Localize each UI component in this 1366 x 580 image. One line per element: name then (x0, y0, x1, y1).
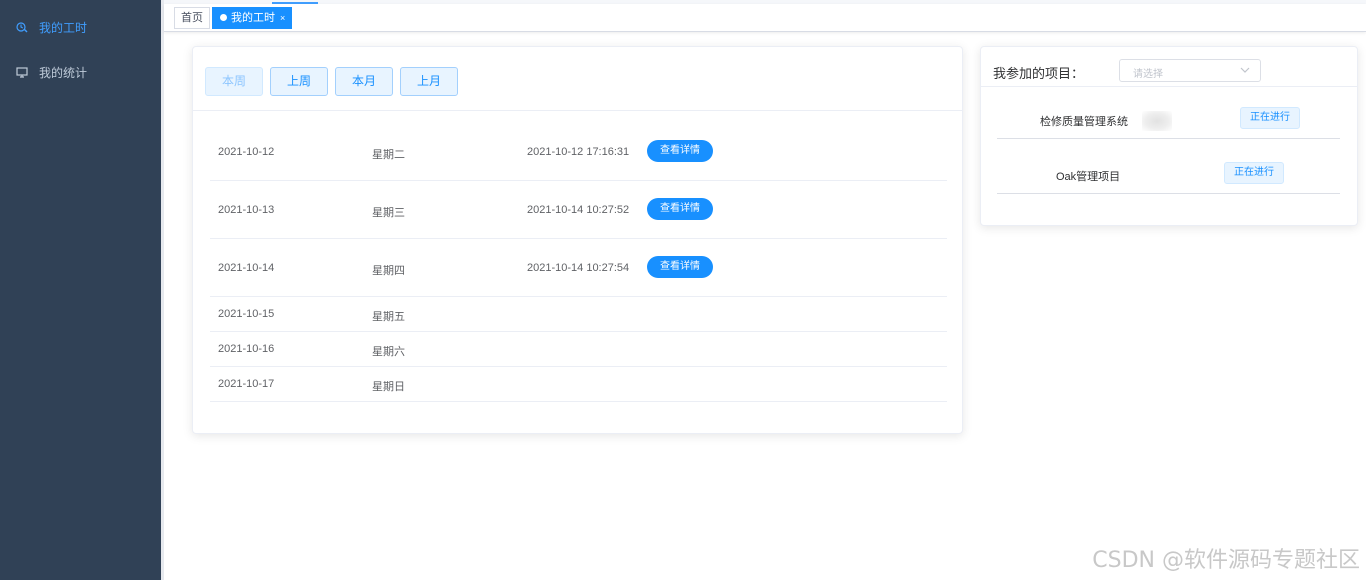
select-placeholder: 请选择 (1133, 69, 1163, 80)
monitor-icon (16, 66, 28, 78)
table-row: 2021-10-12 星期二 2021-10-12 17:16:31 查看详情 (210, 123, 947, 181)
row-submitted-time: 2021-10-14 10:27:52 (527, 204, 630, 216)
tags-view: 首页 我的工时 × (164, 4, 1366, 32)
watermark: CSDN @软件源码专题社区 (1092, 548, 1360, 573)
tag-home[interactable]: 首页 (174, 7, 210, 29)
table-row: 2021-10-13 星期三 2021-10-14 10:27:52 查看详情 (210, 181, 947, 239)
project-row: 检修质量管理系统 正在进行 (997, 99, 1340, 139)
row-date: 2021-10-13 (218, 204, 275, 216)
row-weekday: 星期三 (372, 207, 405, 219)
sidebar: 我的工时 我的统计 (0, 0, 161, 580)
row-submitted-time: 2021-10-14 10:27:54 (527, 262, 630, 274)
divider (193, 110, 962, 111)
table-row: 2021-10-16 星期六 (210, 332, 947, 367)
row-date: 2021-10-17 (218, 378, 275, 390)
active-dot-icon (220, 14, 227, 21)
sidebar-divider (161, 0, 164, 580)
table-row: 2021-10-17 星期日 (210, 367, 947, 402)
row-weekday: 星期二 (372, 149, 405, 161)
close-icon[interactable]: × (280, 8, 285, 28)
clock-tools-icon (16, 21, 28, 33)
sidebar-item-my-hours[interactable]: 我的工时 (0, 8, 161, 48)
sidebar-item-label: 我的统计 (39, 66, 88, 80)
tag-my-hours[interactable]: 我的工时 × (212, 7, 293, 29)
row-date: 2021-10-16 (218, 343, 275, 355)
view-details-button[interactable]: 查看详情 (647, 140, 713, 162)
row-date: 2021-10-12 (218, 146, 275, 158)
sidebar-item-my-stats[interactable]: 我的统计 (0, 53, 161, 93)
redacted-blur (1142, 111, 1172, 131)
timesheet-card: 本周 上周 本月 上月 2021-10-12 星期二 2021-10-12 17… (192, 46, 963, 434)
project-select[interactable]: 请选择 (1119, 59, 1261, 82)
row-submitted-time: 2021-10-12 17:16:31 (527, 146, 630, 158)
project-row: Oak管理项目 正在进行 (997, 155, 1340, 194)
projects-header: 我参加的项目： 请选择 (981, 47, 1357, 87)
last-week-button[interactable]: 上周 (270, 67, 328, 96)
row-date: 2021-10-15 (218, 308, 275, 320)
sidebar-item-label: 我的工时 (39, 21, 88, 35)
chevron-down-icon (1239, 64, 1251, 76)
project-name: 检修质量管理系统 (1040, 116, 1128, 128)
table-row: 2021-10-15 星期五 (210, 297, 947, 332)
row-date: 2021-10-14 (218, 262, 275, 274)
row-weekday: 星期四 (372, 265, 405, 277)
project-name: Oak管理项目 (1056, 171, 1121, 183)
table-row: 2021-10-14 星期四 2021-10-14 10:27:54 查看详情 (210, 239, 947, 297)
row-weekday: 星期六 (372, 346, 405, 358)
row-weekday: 星期五 (372, 311, 405, 323)
status-badge: 正在进行 (1240, 107, 1300, 129)
projects-card: 我参加的项目： 请选择 检修质量管理系统 正在进行 Oak管理项目 正在进行 (980, 46, 1358, 226)
this-week-button[interactable]: 本周 (205, 67, 263, 96)
tag-label: 我的工时 (231, 12, 275, 24)
status-badge: 正在进行 (1224, 162, 1284, 184)
row-weekday: 星期日 (372, 381, 405, 393)
projects-title: 我参加的项目： (993, 66, 1085, 81)
view-details-button[interactable]: 查看详情 (647, 256, 713, 278)
last-month-button[interactable]: 上月 (400, 67, 458, 96)
view-details-button[interactable]: 查看详情 (647, 198, 713, 220)
this-month-button[interactable]: 本月 (335, 67, 393, 96)
